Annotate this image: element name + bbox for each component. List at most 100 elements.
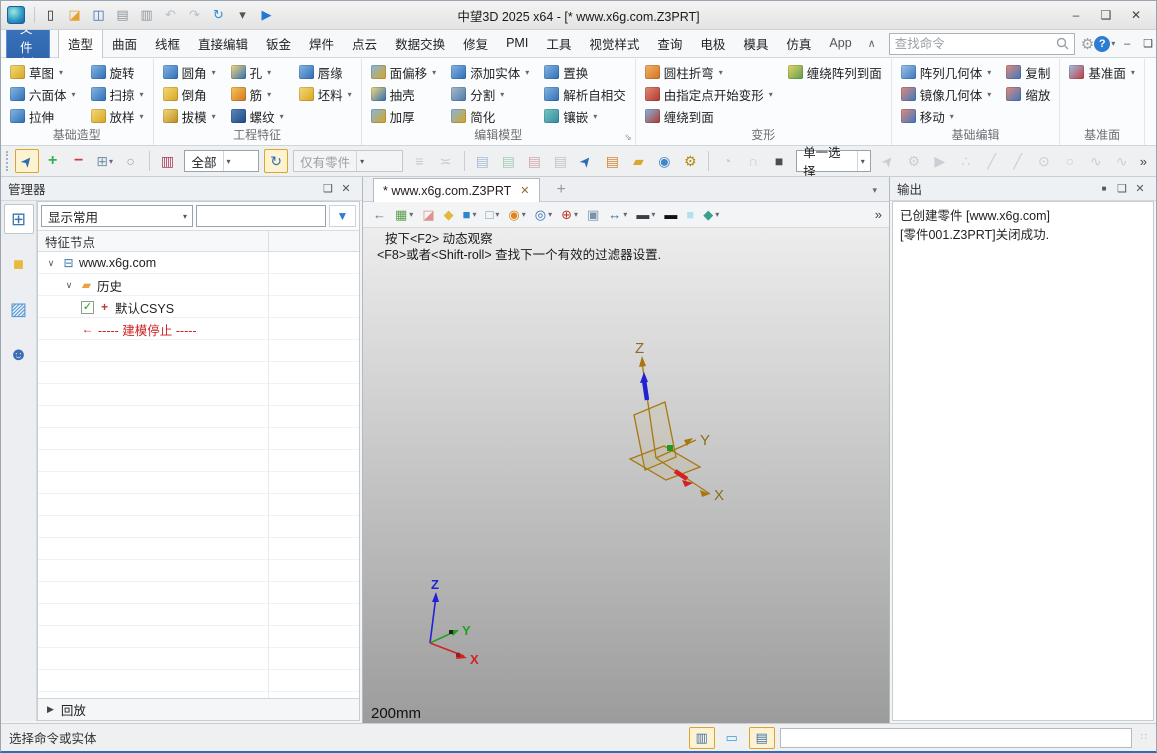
ribbon-button-扫掠[interactable]: 扫掠▾: [89, 83, 146, 105]
ribbon-button-缩放[interactable]: 缩放: [1004, 83, 1052, 105]
face-display-icon[interactable]: ◆▾: [700, 206, 722, 224]
expander-icon[interactable]: ∨: [62, 280, 76, 291]
dropdown-arrow-icon[interactable]: ▾: [432, 68, 436, 77]
output-restore-button[interactable]: ❑: [1113, 180, 1131, 198]
background-swatch-icon[interactable]: ■: [767, 149, 791, 173]
tab-查询[interactable]: 查询: [648, 29, 691, 59]
tab-模具[interactable]: 模具: [734, 29, 777, 59]
tab-close-icon[interactable]: ✕: [520, 184, 529, 197]
ribbon-button-添加实体[interactable]: 添加实体▾: [449, 61, 531, 83]
ribbon-button-缠绕阵列到面[interactable]: 缠绕阵列到面: [786, 61, 884, 83]
remove-pick-icon[interactable]: −: [67, 149, 91, 173]
child-minimize-button[interactable]: –: [1117, 34, 1137, 54]
frame-icon[interactable]: ▣: [584, 206, 602, 224]
reorient-sketch-icon[interactable]: ▦▾: [392, 206, 416, 224]
exit-icon[interactable]: ←: [370, 206, 389, 223]
visual-manager-icon[interactable]: ▨: [4, 294, 34, 324]
lasso-icon[interactable]: ○: [119, 149, 143, 173]
dropdown-arrow-icon[interactable]: ▾: [212, 112, 216, 121]
filter-list-icon[interactable]: ▥: [155, 149, 179, 173]
tab-曲面[interactable]: 曲面: [103, 29, 146, 59]
ribbon-button-筋[interactable]: 筋▾: [229, 83, 286, 105]
pick-from-list-icon[interactable]: ↻: [264, 149, 288, 173]
toolbar-overflow-icon[interactable]: »: [1136, 154, 1151, 169]
ribbon-button-复制[interactable]: 复制: [1004, 61, 1052, 83]
ribbon-button-移动[interactable]: 移动▾: [899, 105, 994, 127]
replay-section[interactable]: ▶ 回放: [38, 698, 359, 720]
monitor-icon[interactable]: ▭: [719, 727, 745, 749]
dropdown-arrow-icon[interactable]: ▾: [593, 112, 597, 121]
ribbon-button-唇缘[interactable]: 唇缘: [297, 61, 354, 83]
dialog-launcher-icon[interactable]: ⇘: [624, 132, 632, 143]
ribbon-button-面偏移[interactable]: 面偏移▾: [369, 61, 439, 83]
dropdown-arrow-icon[interactable]: ▾: [280, 112, 284, 121]
manager-close-button[interactable]: ✕: [337, 180, 355, 198]
tree-column-header[interactable]: 特征节点: [38, 230, 359, 252]
dropdown-arrow-icon[interactable]: ▾: [500, 90, 504, 99]
output-close-button[interactable]: ✕: [1131, 180, 1149, 198]
tree-filter-combo[interactable]: 显示常用▾: [41, 205, 193, 227]
dropdown-arrow-icon[interactable]: ▾: [715, 210, 719, 219]
search-icon[interactable]: [1056, 37, 1069, 50]
ribbon-button-简化[interactable]: 简化: [449, 105, 531, 127]
dropdown-arrow-icon[interactable]: ▾: [548, 210, 552, 219]
ribbon-button-分割[interactable]: 分割▾: [449, 83, 531, 105]
ribbon-button-镶嵌[interactable]: 镶嵌▾: [542, 105, 628, 127]
tab-App[interactable]: App: [820, 31, 860, 56]
dropdown-arrow-icon[interactable]: ▾: [857, 151, 868, 171]
dropdown-arrow-icon[interactable]: ▾: [140, 112, 144, 121]
help-button[interactable]: ?▾: [1094, 33, 1115, 55]
tree-node-历史[interactable]: ∨▰历史: [38, 274, 359, 296]
ribbon-button-坯料[interactable]: 坯料▾: [297, 83, 354, 105]
ribbon-button-解析自相交[interactable]: 解析自相交: [542, 83, 628, 105]
new-tab-button[interactable]: +: [553, 181, 570, 201]
tab-仿真[interactable]: 仿真: [777, 29, 820, 59]
ribbon-button-倒角[interactable]: 倒角: [161, 83, 218, 105]
selection-mode-combo[interactable]: 单一选择▾: [796, 150, 871, 172]
shaded-display-icon[interactable]: ■▾: [460, 206, 480, 223]
solid-manager-icon[interactable]: ■: [4, 249, 34, 279]
ribbon-button-孔[interactable]: 孔▾: [229, 61, 286, 83]
ribbon-button-圆柱折弯[interactable]: 圆柱折弯▾: [643, 61, 775, 83]
dropdown-arrow-icon[interactable]: ▾: [140, 90, 144, 99]
dropdown-arrow-icon[interactable]: ▾: [522, 210, 526, 219]
tab-造型[interactable]: 造型: [58, 28, 103, 61]
open-file-icon[interactable]: ◪: [64, 5, 85, 26]
tree-node-www.x6g.com[interactable]: ∨⊟www.x6g.com: [38, 252, 359, 274]
overflow-icon[interactable]: »: [875, 207, 882, 222]
tab-视觉样式[interactable]: 视觉样式: [580, 29, 648, 59]
dropdown-arrow-icon[interactable]: ▾: [267, 90, 271, 99]
undo-icon[interactable]: ↶: [160, 5, 181, 26]
expander-icon[interactable]: ∨: [44, 258, 58, 269]
rotate-view-icon[interactable]: ⊕▾: [558, 206, 581, 224]
tab-钣金[interactable]: 钣金: [257, 29, 300, 59]
dropdown-arrow-icon[interactable]: ▾: [950, 112, 954, 121]
dropdown-arrow-icon[interactable]: ▾: [623, 210, 627, 219]
dropdown-arrow-icon[interactable]: ▾: [223, 151, 234, 171]
tab-数据交换[interactable]: 数据交换: [386, 29, 454, 59]
line-width-icon[interactable]: ▬: [661, 206, 680, 223]
child-restore-button[interactable]: ❑: [1138, 34, 1157, 54]
dropdown-arrow-icon[interactable]: ▾: [212, 68, 216, 77]
pick-region-icon[interactable]: ⊞▾: [93, 149, 117, 173]
wireframe-display-icon[interactable]: □▾: [482, 206, 502, 223]
web-resource-icon[interactable]: ◉: [652, 149, 676, 173]
toolbar-grip[interactable]: [6, 151, 10, 171]
close-button[interactable]: ✕: [1122, 5, 1150, 25]
save-icon[interactable]: ◫: [88, 5, 109, 26]
new-file-icon[interactable]: ▯: [40, 5, 61, 26]
redo-icon[interactable]: ↷: [184, 5, 205, 26]
tab-线框[interactable]: 线框: [146, 29, 189, 59]
file-browser-icon[interactable]: ▰: [626, 149, 650, 173]
settings-gear-icon[interactable]: ⚙: [1081, 33, 1094, 55]
tab-工具[interactable]: 工具: [537, 29, 580, 59]
entity-filter-combo[interactable]: 全部▾: [184, 150, 259, 172]
graphics-canvas[interactable]: ZYXZYX 按下<F2> 动态观察<F8>或者<Shift-roll> 查找下…: [363, 228, 889, 723]
tab-修复[interactable]: 修复: [454, 29, 497, 59]
ribbon-button-六面体[interactable]: 六面体▾: [8, 83, 78, 105]
history-manager-icon[interactable]: ⊞: [4, 204, 34, 234]
dropdown-arrow-icon[interactable]: ▾: [348, 90, 352, 99]
dropdown-arrow-icon[interactable]: ▾: [987, 68, 991, 77]
ribbon-button-置换[interactable]: 置换: [542, 61, 628, 83]
funnel-icon[interactable]: ▼: [329, 205, 356, 227]
